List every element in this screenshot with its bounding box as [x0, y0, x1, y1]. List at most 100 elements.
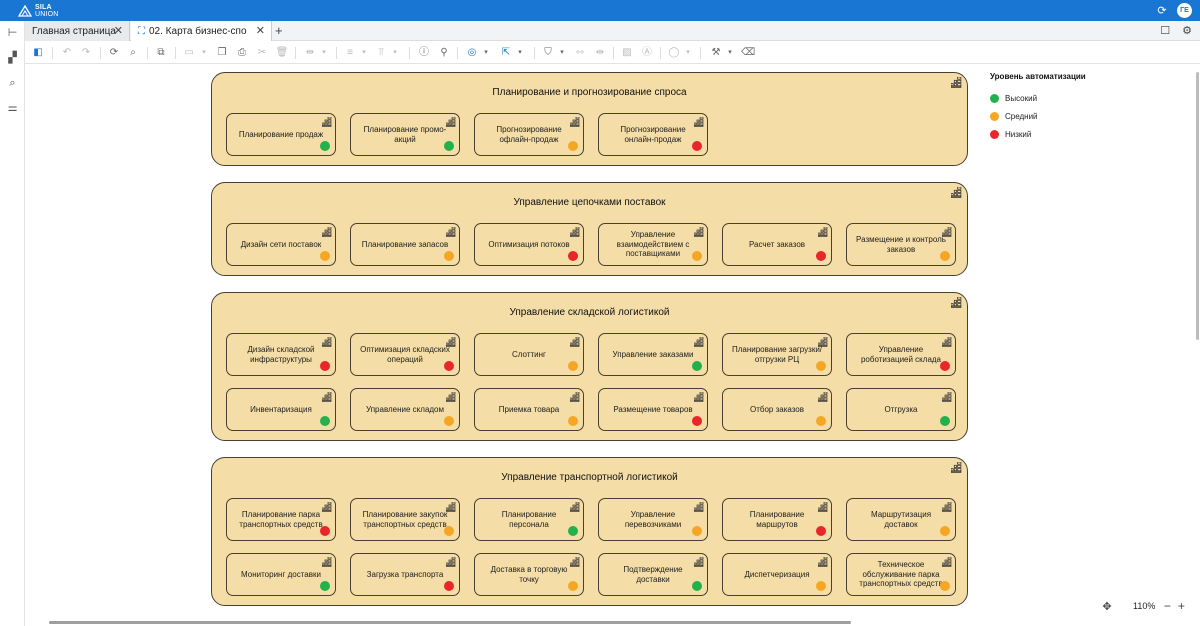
structure-icon[interactable] [942, 227, 952, 237]
vertical-scrollbar[interactable] [1196, 72, 1199, 340]
structure-icon[interactable] [818, 557, 828, 567]
process-card[interactable]: Прогнозирование онлайн-продаж [598, 113, 708, 156]
align-left-icon[interactable]: ≡ [343, 46, 357, 60]
chevron-down-icon[interactable]: ▾ [317, 46, 331, 60]
layers-icon[interactable]: ◧ [31, 46, 45, 60]
chevron-down-icon[interactable]: ▾ [479, 46, 493, 60]
format-painter-icon[interactable]: ⚒ [709, 46, 723, 60]
structure-icon[interactable] [942, 392, 952, 402]
eraser-icon[interactable]: ⌫ [741, 46, 755, 60]
structure-icon[interactable] [322, 117, 332, 127]
structure-icon[interactable] [446, 502, 456, 512]
structure-icon[interactable] [818, 337, 828, 347]
structure-icon[interactable] [322, 557, 332, 567]
structure-icon[interactable] [322, 502, 332, 512]
chevron-down-icon[interactable]: ▾ [513, 46, 527, 60]
structure-icon[interactable] [570, 502, 580, 512]
capability-group[interactable]: Планирование и прогнозирование спроса Пла… [211, 72, 968, 166]
process-card[interactable]: Оптимизация потоков [474, 223, 584, 266]
app-logo[interactable]: SILA UNION [18, 3, 59, 19]
structure-icon[interactable] [570, 557, 580, 567]
process-card[interactable]: Размещение товаров [598, 388, 708, 431]
capability-group[interactable]: Управление транспортной логистикой Планир… [211, 457, 968, 606]
tab-home[interactable]: Главная страница ✕ [25, 21, 130, 41]
process-card[interactable]: Маршрутизация доставок [846, 498, 956, 541]
process-card[interactable]: Дизайн сети поставок [226, 223, 336, 266]
process-card[interactable]: Техническое обслуживание парка транспорт… [846, 553, 956, 596]
user-avatar[interactable]: ГЕ [1177, 3, 1192, 18]
structure-icon[interactable] [570, 117, 580, 127]
chevron-down-icon[interactable]: ▾ [357, 46, 371, 60]
horizontal-scrollbar[interactable] [49, 621, 851, 624]
cut-icon[interactable]: ✂ [255, 46, 269, 60]
process-card[interactable]: Планирование маршрутов [722, 498, 832, 541]
process-card[interactable]: Прогнозирование офлайн-продаж [474, 113, 584, 156]
diagram-icon[interactable]: ▞ [6, 52, 19, 65]
comments-icon[interactable]: ☐ [1160, 24, 1170, 37]
capability-group[interactable]: Управление складской логистикой Дизайн ск… [211, 292, 968, 441]
chevron-down-icon[interactable]: ▾ [555, 46, 569, 60]
target-icon[interactable]: ◎ [465, 46, 479, 60]
process-card[interactable]: Слоттинг [474, 333, 584, 376]
structure-icon[interactable] [694, 337, 704, 347]
add-tab-icon[interactable]: + [275, 23, 283, 38]
image-icon[interactable]: ▨ [620, 46, 634, 60]
filter-icon[interactable]: ⛉ [541, 46, 555, 60]
redo-icon[interactable]: ↷ [79, 46, 93, 60]
process-card[interactable]: Оптимизация складских операций [350, 333, 460, 376]
close-icon[interactable]: ✕ [114, 24, 123, 37]
expand-horizontal-icon[interactable]: ⇿ [573, 46, 587, 60]
process-card[interactable]: Инвентаризация [226, 388, 336, 431]
structure-icon[interactable] [951, 187, 962, 198]
settings-sliders-icon[interactable]: ⚙ [1182, 24, 1192, 37]
chevron-down-icon[interactable]: ▾ [197, 46, 211, 60]
structure-icon[interactable] [818, 227, 828, 237]
structure-icon[interactable] [951, 462, 962, 473]
refresh-icon[interactable]: ⟳ [1155, 4, 1169, 18]
process-card[interactable]: Управление перевозчиками [598, 498, 708, 541]
process-card[interactable]: Расчет заказов [722, 223, 832, 266]
info-icon[interactable]: ⓘ [417, 46, 431, 60]
copy-icon[interactable]: ⧉ [154, 46, 168, 60]
structure-icon[interactable] [694, 557, 704, 567]
structure-icon[interactable] [942, 337, 952, 347]
process-card[interactable]: Планирование закупок транспортных средст… [350, 498, 460, 541]
tab-business-map[interactable]: ⛶ 02. Карта бизнес-спо ✕ [131, 21, 272, 41]
structure-icon[interactable] [694, 392, 704, 402]
structure-icon[interactable] [694, 502, 704, 512]
process-card[interactable]: Планирование персонала [474, 498, 584, 541]
zoom-level[interactable]: 110% [1133, 601, 1155, 611]
structure-icon[interactable] [570, 392, 580, 402]
process-card[interactable]: Управление взаимодействием с поставщикам… [598, 223, 708, 266]
process-card[interactable]: Планирование загрузки/отгрузки РЦ [722, 333, 832, 376]
process-card[interactable]: Планирование парка транспортных средств [226, 498, 336, 541]
tree-icon[interactable]: ⊢ [6, 27, 19, 40]
chevron-down-icon[interactable]: ▾ [388, 46, 402, 60]
chevron-down-icon[interactable]: ▾ [723, 46, 737, 60]
print-icon[interactable]: ⎙ [235, 46, 249, 60]
diagram-canvas[interactable]: Планирование и прогнозирование спроса Пла… [26, 65, 1196, 626]
structure-icon[interactable] [942, 557, 952, 567]
process-card[interactable]: Подтверждение доставки [598, 553, 708, 596]
structure-icon[interactable] [818, 502, 828, 512]
process-card[interactable]: Отбор заказов [722, 388, 832, 431]
shape-icon[interactable]: ◯ [667, 46, 681, 60]
filter-settings-icon[interactable]: ⚌ [6, 102, 19, 115]
tree-structure-icon[interactable]: ⚲ [437, 46, 451, 60]
text-box-icon[interactable]: Ⓐ [640, 46, 654, 60]
process-card[interactable]: Управление роботизацией склада [846, 333, 956, 376]
structure-icon[interactable] [446, 227, 456, 237]
zoom-out-icon[interactable]: − [1160, 599, 1174, 613]
structure-icon[interactable] [570, 337, 580, 347]
structure-icon[interactable] [322, 227, 332, 237]
structure-icon[interactable] [694, 117, 704, 127]
structure-icon[interactable] [818, 392, 828, 402]
process-card[interactable]: Отгрузка [846, 388, 956, 431]
capability-group[interactable]: Управление цепочками поставок Дизайн сети… [211, 182, 968, 276]
delete-icon[interactable]: 🗑 [275, 46, 289, 60]
structure-icon[interactable] [942, 502, 952, 512]
structure-icon[interactable] [951, 297, 962, 308]
duplicate-icon[interactable]: ❐ [215, 46, 229, 60]
sync-icon[interactable]: ⟳ [107, 46, 121, 60]
process-card[interactable]: Управление складом [350, 388, 460, 431]
